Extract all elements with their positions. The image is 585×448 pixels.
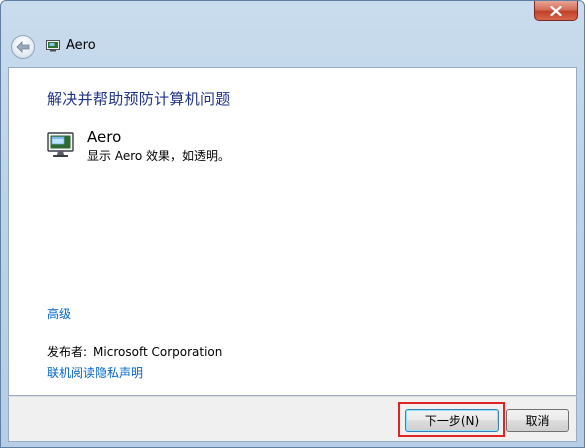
aero-display-icon <box>47 132 74 157</box>
content-panel: 解决并帮助预防计算机问题 Aero 显示 Aero 效果，如透明。 高级 发布者… <box>8 67 577 396</box>
close-button[interactable] <box>534 1 578 21</box>
next-button[interactable]: 下一步(N) <box>405 409 499 432</box>
aero-title-icon <box>46 40 60 52</box>
item-description: 显示 Aero 效果，如透明。 <box>87 149 231 163</box>
title-bar: Aero <box>1 1 584 65</box>
publisher-label: 发布者: <box>47 345 88 359</box>
publisher-line: 发布者: Microsoft Corporation <box>47 344 222 360</box>
troubleshooter-window: Aero 解决并帮助预防计算机问题 Aero 显示 Aero 效果，如透明。 高… <box>0 0 585 448</box>
close-icon <box>550 5 562 16</box>
item-title: Aero <box>87 128 122 146</box>
back-button[interactable] <box>11 35 35 59</box>
privacy-statement-link[interactable]: 联机阅读隐私声明 <box>47 365 143 381</box>
publisher-value: Microsoft Corporation <box>93 345 223 359</box>
page-heading: 解决并帮助预防计算机问题 <box>47 90 231 108</box>
window-title: Aero <box>66 38 96 53</box>
footer-bar: 下一步(N) 取消 <box>1 396 584 447</box>
cancel-button[interactable]: 取消 <box>506 409 569 432</box>
back-arrow-icon <box>16 41 30 53</box>
button-area: 下一步(N) 取消 <box>8 396 577 442</box>
advanced-link[interactable]: 高级 <box>47 306 71 322</box>
